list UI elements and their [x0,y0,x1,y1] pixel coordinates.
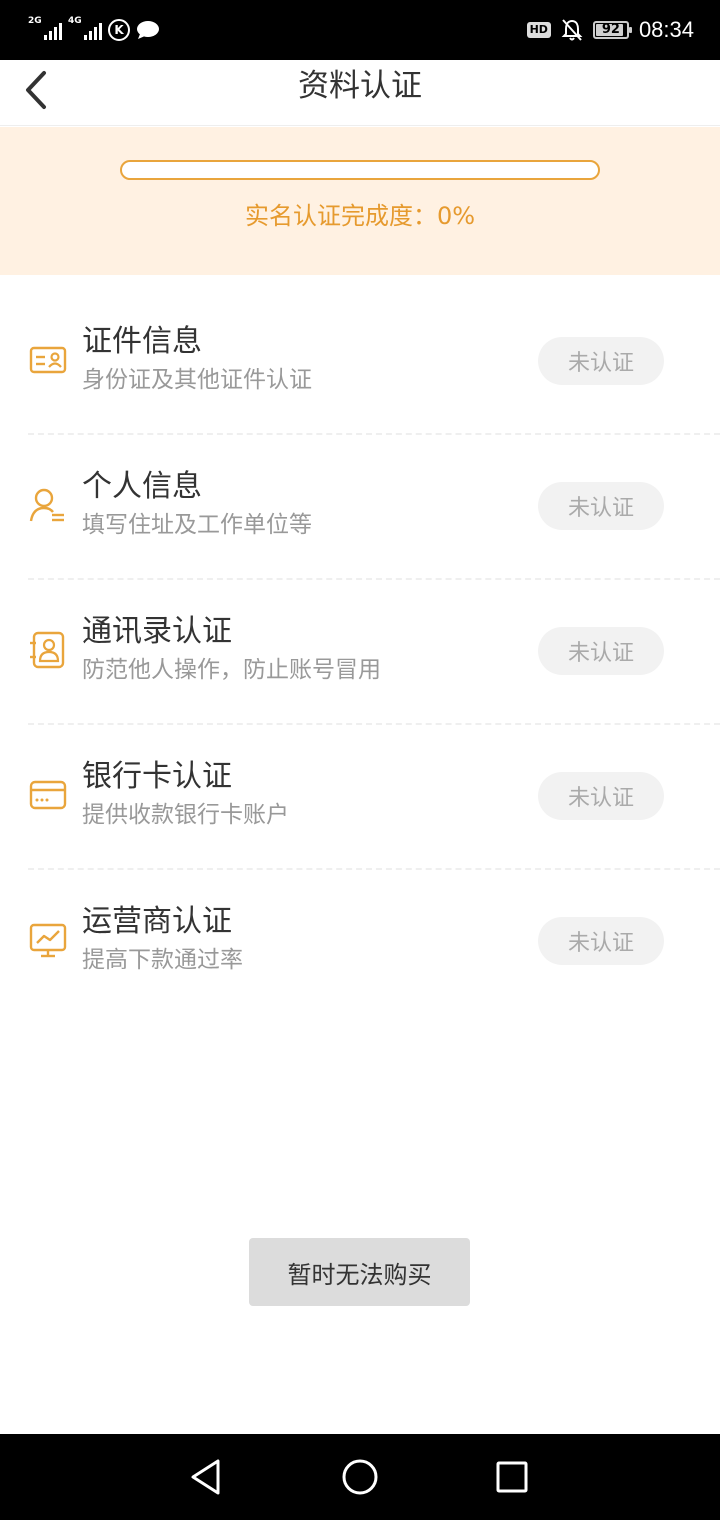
verification-list: 证件信息 身份证及其他证件认证 未认证 个人信息 填写住址及工作单位等 未认证 … [0,290,720,1015]
carrier-monitor-icon [29,923,67,958]
status-time: 08:34 [638,17,694,42]
status-left-icons: 2G 4G K [28,16,160,44]
square-recent-icon [496,1461,528,1493]
battery-level: 92 [601,22,620,37]
battery-icon: 92 [592,21,632,39]
signal-2g-icon: 2G [28,16,62,42]
status-right-icons: HD 92 08:34 [526,16,694,44]
status-bar: 2G 4G K HD 92 08:34 [0,0,720,60]
bank-card-icon [29,780,67,810]
chat-bubble-icon [137,21,159,39]
status-badge[interactable]: 未认证 [538,772,664,820]
header: 资料认证 [0,60,720,126]
nav-recent-button[interactable] [490,1455,534,1499]
item-subtitle: 提高下款通过率 [82,947,243,973]
nav-home-button[interactable] [338,1455,382,1499]
signal-4g-icon: 4G [68,16,102,42]
contacts-book-icon [30,631,65,669]
list-item-carrier[interactable]: 运营商认证 提高下款通过率 未认证 [0,870,720,1015]
k-app-icon: K [108,19,130,41]
nav-back-button[interactable] [184,1455,228,1499]
signal-4g-label: 4G [68,16,82,26]
status-badge[interactable]: 未认证 [538,337,664,385]
hd-icon: HD [526,22,551,38]
item-subtitle: 提供收款银行卡账户 [82,802,289,828]
status-badge[interactable]: 未认证 [538,482,664,530]
progress-bar [120,160,600,180]
item-title: 运营商认证 [82,904,232,939]
list-item-contacts[interactable]: 通讯录认证 防范他人操作，防止账号冒用 未认证 [0,580,720,725]
item-subtitle: 身份证及其他证件认证 [82,367,312,393]
cannot-buy-button[interactable]: 暂时无法购买 [249,1238,470,1306]
id-card-icon [29,346,67,374]
list-item-bank-card[interactable]: 银行卡认证 提供收款银行卡账户 未认证 [0,725,720,870]
k-app-label: K [114,23,124,37]
page-title: 资料认证 [298,68,422,104]
person-info-icon [29,488,64,522]
item-title: 证件信息 [82,324,202,359]
list-item-id-info[interactable]: 证件信息 身份证及其他证件认证 未认证 [0,290,720,435]
triangle-back-icon [191,1459,220,1495]
circle-home-icon [342,1459,378,1495]
item-title: 银行卡认证 [82,759,232,794]
list-item-personal-info[interactable]: 个人信息 填写住址及工作单位等 未认证 [0,435,720,580]
item-title: 通讯录认证 [82,614,232,649]
item-subtitle: 填写住址及工作单位等 [82,512,312,538]
progress-panel: 实名认证完成度：0% [0,127,720,275]
progress-label: 实名认证完成度：0% [244,202,476,230]
item-subtitle: 防范他人操作，防止账号冒用 [82,657,381,683]
status-badge[interactable]: 未认证 [538,627,664,675]
signal-2g-label: 2G [28,16,42,26]
item-title: 个人信息 [82,469,202,504]
system-nav-bar [0,1434,720,1520]
status-badge[interactable]: 未认证 [538,917,664,965]
muted-bell-icon [561,19,583,41]
